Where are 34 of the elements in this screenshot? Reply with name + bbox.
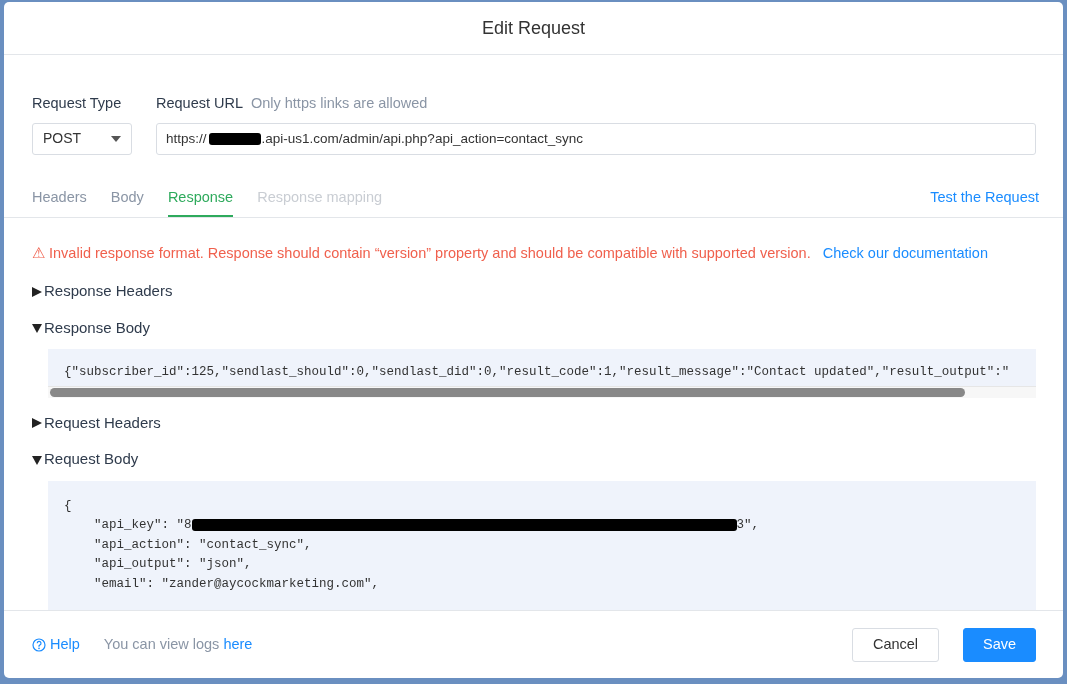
help-icon (32, 637, 46, 652)
triangle-down-icon (32, 454, 42, 465)
url-hint: Only https links are allowed (250, 95, 428, 111)
tab[interactable]: Body (110, 178, 144, 217)
logs-link[interactable]: here (223, 635, 253, 652)
code-line: {"subscriber_id":125,"sendlast_should":0,"sendlast_did":0,"result_code":1,"result_message":"Contact updated","result_output":" (64, 364, 1011, 382)
code-line: "api_action": "contact_sync", (93, 536, 313, 554)
code-line: "api_output": "json", (93, 556, 253, 574)
triangle-down-icon (32, 323, 42, 333)
test-request-link[interactable]: Test the Request (930, 186, 1039, 209)
section-toggle[interactable]: Request Headers (32, 411, 1036, 435)
section-toggle[interactable]: Response Body (32, 316, 1036, 340)
help-link[interactable]: Help (32, 633, 80, 656)
horizontal-scrollbar[interactable] (48, 385, 1036, 398)
code-line: { (64, 497, 73, 515)
request-type-label: Request Type (32, 94, 123, 113)
caret-icon (111, 135, 121, 142)
tab[interactable]: Headers (32, 178, 87, 217)
error-message: ⚠ Invalid response format. Response should contain “version” property and should be compatible with supported version. (32, 243, 811, 263)
triangle-right-icon (32, 418, 42, 428)
save-button[interactable]: Save (963, 627, 1036, 662)
section-toggle[interactable]: Request Body (32, 448, 1036, 471)
request-type-dropdown[interactable]: POST (32, 122, 132, 155)
code-line: "email": "zander@aycockmarketing.com", (93, 575, 381, 593)
dialog-title: Edit Request (4, 2, 1063, 55)
code-line: "api_key": "8 3", (93, 517, 761, 535)
triangle-right-icon (32, 286, 42, 297)
request-url-label: Request URL (156, 95, 244, 111)
tab[interactable]: Response (167, 178, 234, 217)
documentation-link[interactable]: Check our documentation (822, 242, 988, 265)
cancel-button[interactable]: Cancel (852, 627, 939, 662)
logs-text: You can view logs here (103, 634, 253, 654)
url-field[interactable]: https:// .api-us1.com/admin/api.php?api_action=contact_sync (156, 122, 1036, 155)
section-toggle[interactable]: Response Headers (32, 280, 1036, 303)
